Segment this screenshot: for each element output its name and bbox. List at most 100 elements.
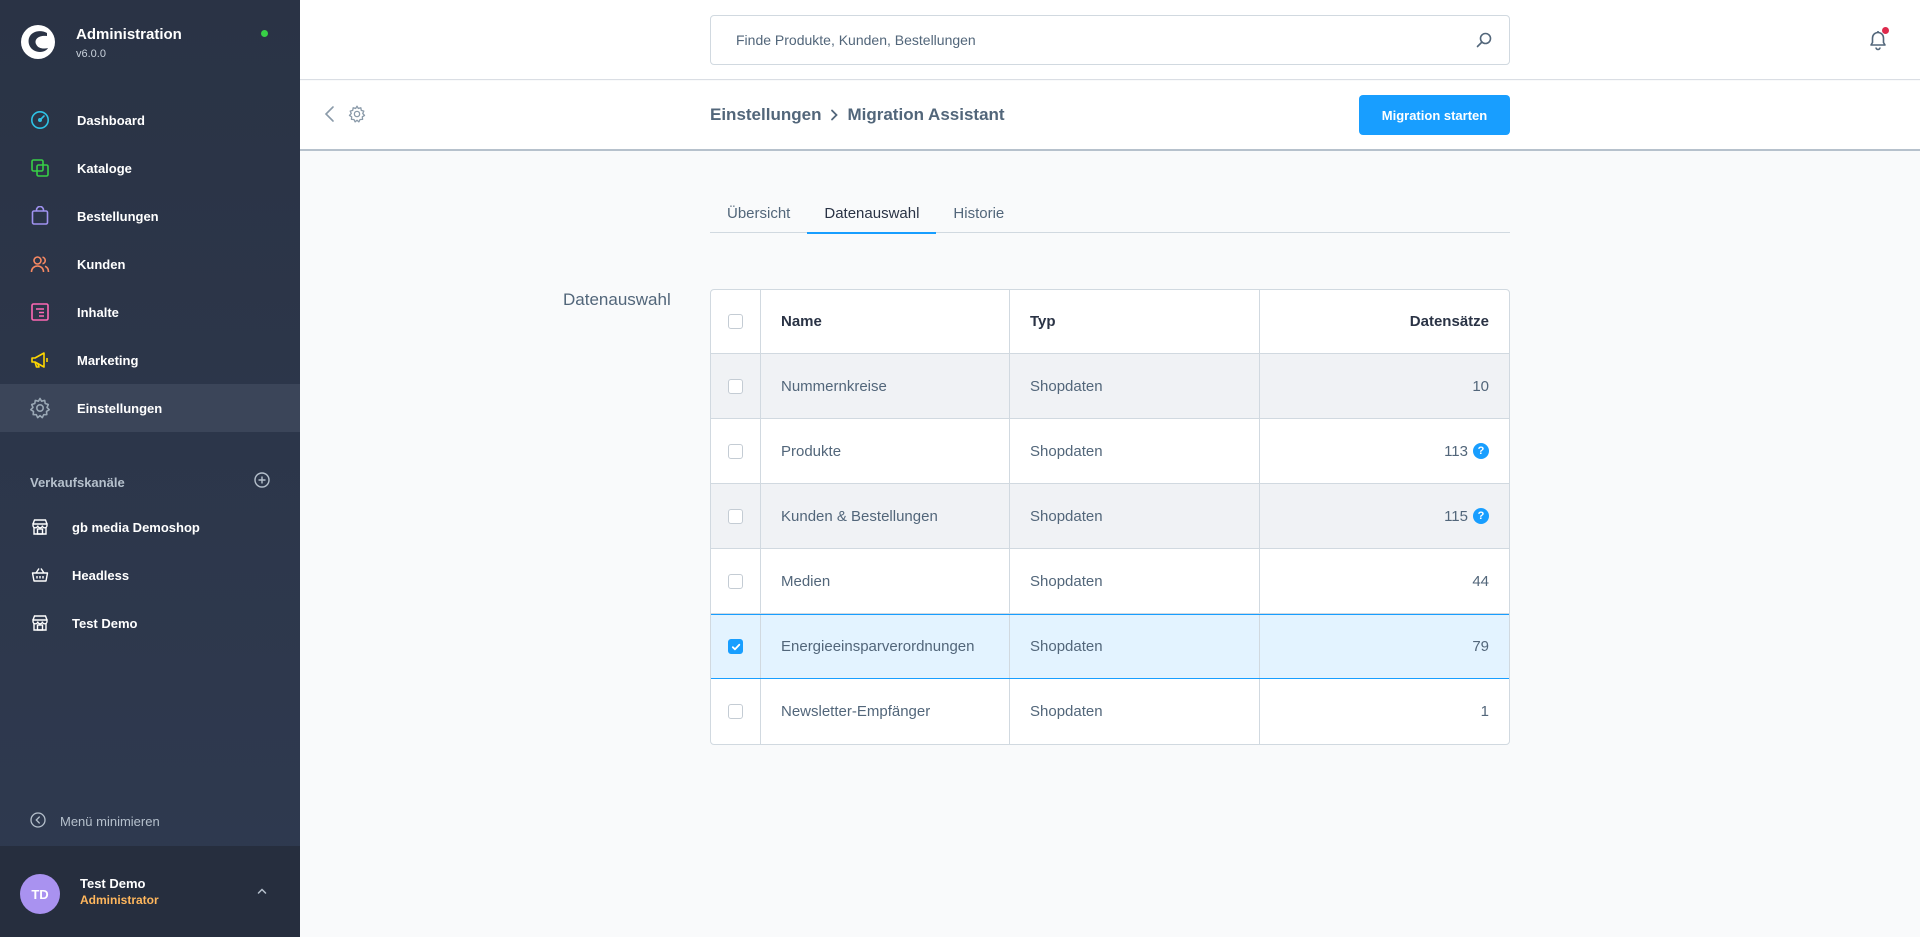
cell-type: Shopdaten xyxy=(1010,354,1260,418)
shopping-bag-icon xyxy=(28,204,52,228)
chevron-up-icon[interactable] xyxy=(256,884,268,902)
tab-history[interactable]: Historie xyxy=(936,193,1021,233)
add-sales-channel-icon[interactable] xyxy=(254,471,270,493)
breadcrumb: Einstellungen Migration Assistant xyxy=(710,105,1005,125)
table-row[interactable]: Nummernkreise Shopdaten 10 xyxy=(711,354,1509,419)
nav-label: Marketing xyxy=(77,352,139,368)
sidebar: Administration v6.0.0 Dashboard Kataloge… xyxy=(0,0,300,937)
nav-label: Inhalte xyxy=(77,304,119,320)
breadcrumb-parent[interactable]: Einstellungen xyxy=(710,105,821,125)
gear-icon xyxy=(28,396,52,420)
cell-name: Nummernkreise xyxy=(761,354,1010,418)
cell-count: 115? xyxy=(1260,484,1509,548)
basket-icon xyxy=(28,563,52,587)
table-row[interactable]: Produkte Shopdaten 113? xyxy=(711,419,1509,484)
user-menu[interactable]: TD Test Demo Administrator xyxy=(0,846,300,937)
count-value: 115 xyxy=(1444,507,1468,525)
table-row[interactable]: Kunden & Bestellungen Shopdaten 115? xyxy=(711,484,1509,549)
global-search xyxy=(710,15,1510,65)
chevron-right-icon xyxy=(829,109,839,121)
tab-overview[interactable]: Übersicht xyxy=(710,193,807,233)
nav-item-kunden[interactable]: Kunden xyxy=(0,240,300,288)
content-icon xyxy=(28,300,52,324)
nav-label: Einstellungen xyxy=(77,400,163,416)
storefront-icon xyxy=(28,515,52,539)
cell-name: Energieeinsparverordnungen xyxy=(761,615,1010,678)
row-checkbox[interactable] xyxy=(728,704,743,719)
cell-count: 10 xyxy=(1260,354,1509,418)
brand[interactable]: Administration v6.0.0 xyxy=(20,22,280,62)
smart-bar: Einstellungen Migration Assistant Migrat… xyxy=(300,81,1920,151)
cell-count: 1 xyxy=(1260,679,1509,744)
row-checkbox[interactable] xyxy=(728,508,743,524)
notification-badge xyxy=(1882,27,1889,34)
tab-bar: Übersicht Datenauswahl Historie xyxy=(710,193,1510,234)
nav-label: Dashboard xyxy=(77,112,145,128)
table-row[interactable]: Newsletter-Empfänger Shopdaten 1 xyxy=(711,679,1509,744)
top-bar xyxy=(300,0,1920,80)
cell-type: Shopdaten xyxy=(1010,549,1260,613)
search-icon[interactable] xyxy=(1475,31,1493,54)
catalog-icon xyxy=(28,156,52,180)
nav-item-einstellungen[interactable]: Einstellungen xyxy=(0,384,300,432)
select-cell xyxy=(711,615,761,678)
nav-item-kataloge[interactable]: Kataloge xyxy=(0,144,300,192)
data-selection-grid: Name Typ Datensätze Nummernkreise Shopda… xyxy=(710,289,1510,745)
help-icon[interactable]: ? xyxy=(1473,508,1489,524)
sales-channel-gb-media-demoshop[interactable]: gb media Demoshop xyxy=(0,503,300,551)
chevron-left-circle-icon xyxy=(30,812,46,831)
row-checkbox[interactable] xyxy=(728,443,743,459)
nav-label: Kataloge xyxy=(77,160,132,176)
user-role: Administrator xyxy=(80,893,159,907)
cell-name: Kunden & Bestellungen xyxy=(761,484,1010,548)
table-row-selected[interactable]: Energieeinsparverordnungen Shopdaten 79 xyxy=(711,614,1509,679)
row-checkbox-checked[interactable] xyxy=(728,639,743,654)
breadcrumb-current: Migration Assistant xyxy=(847,105,1005,124)
nav-label: Kunden xyxy=(77,256,126,272)
cell-count: 44 xyxy=(1260,549,1509,613)
minimize-menu-label: Menü minimieren xyxy=(60,814,160,829)
help-icon[interactable]: ? xyxy=(1473,443,1489,459)
notifications-button[interactable] xyxy=(1866,27,1890,52)
nav-item-inhalte[interactable]: Inhalte xyxy=(0,288,300,336)
column-header-type[interactable]: Typ xyxy=(1010,290,1260,353)
column-header-count[interactable]: Datensätze xyxy=(1260,290,1509,353)
cell-name: Newsletter-Empfänger xyxy=(761,679,1010,744)
cell-type: Shopdaten xyxy=(1010,615,1260,678)
count-value: 79 xyxy=(1472,638,1489,655)
shopware-logo-icon xyxy=(21,25,55,59)
search-input[interactable] xyxy=(711,16,1471,64)
start-migration-button[interactable]: Migration starten xyxy=(1359,95,1510,135)
sales-channel-test-demo[interactable]: Test Demo xyxy=(0,599,300,647)
count-value: 10 xyxy=(1472,377,1489,395)
select-cell xyxy=(711,679,761,744)
count-value: 44 xyxy=(1472,572,1489,590)
column-header-name[interactable]: Name xyxy=(761,290,1010,353)
select-all-checkbox[interactable] xyxy=(728,314,743,329)
select-cell xyxy=(711,354,761,418)
nav-item-bestellungen[interactable]: Bestellungen xyxy=(0,192,300,240)
row-checkbox[interactable] xyxy=(728,378,743,394)
cell-count: 79 xyxy=(1260,615,1509,678)
cell-name: Medien xyxy=(761,549,1010,613)
cell-name: Produkte xyxy=(761,419,1010,483)
row-checkbox[interactable] xyxy=(728,573,743,589)
table-row[interactable]: Medien Shopdaten 44 xyxy=(711,549,1509,614)
sales-channel-headless[interactable]: Headless xyxy=(0,551,300,599)
settings-cog-icon[interactable] xyxy=(348,105,366,128)
chevron-left-icon[interactable] xyxy=(322,105,338,128)
nav-item-dashboard[interactable]: Dashboard xyxy=(0,96,300,144)
cell-count: 113? xyxy=(1260,419,1509,483)
table-header-row: Name Typ Datensätze xyxy=(711,290,1509,354)
minimize-menu-button[interactable]: Menü minimieren xyxy=(30,812,160,831)
megaphone-icon xyxy=(28,348,52,372)
checkmark-icon xyxy=(731,643,740,650)
app-title: Administration xyxy=(76,26,182,43)
header-select-cell xyxy=(711,290,761,353)
status-indicator xyxy=(261,30,268,37)
tab-data-selection[interactable]: Datenauswahl xyxy=(807,193,937,234)
sales-channel-label: Headless xyxy=(72,567,130,583)
cell-type: Shopdaten xyxy=(1010,484,1260,548)
nav-item-marketing[interactable]: Marketing xyxy=(0,336,300,384)
avatar: TD xyxy=(20,874,60,914)
